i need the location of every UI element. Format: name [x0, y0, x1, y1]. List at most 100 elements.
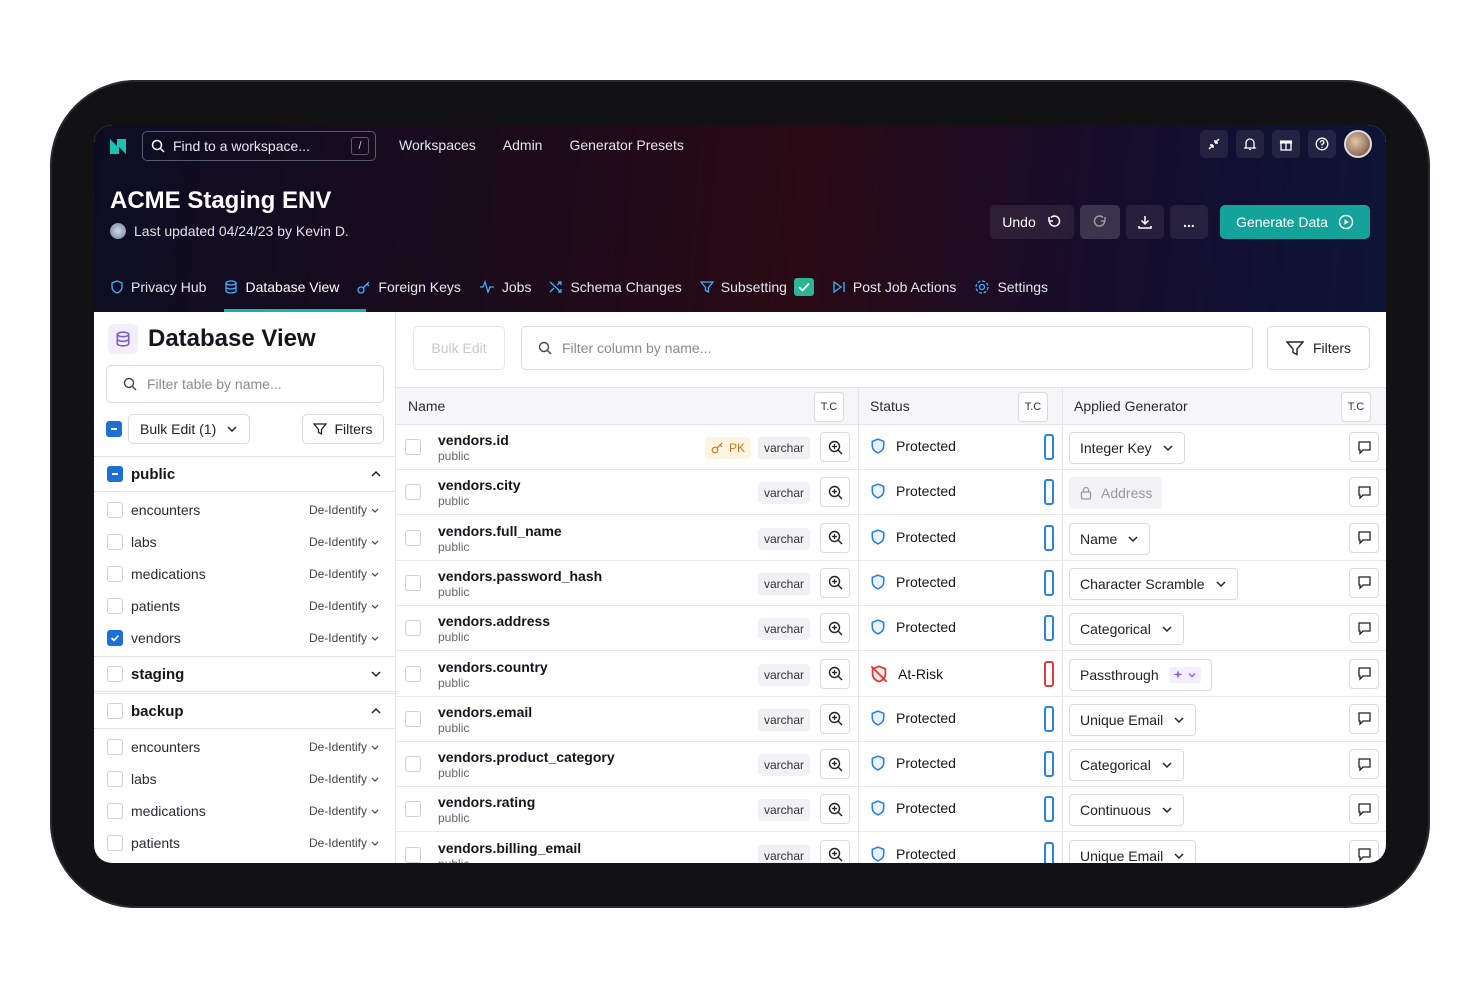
schema-checkbox[interactable]	[107, 703, 123, 719]
mode-dropdown[interactable]: De-Identify	[309, 836, 379, 850]
zoom-in-icon[interactable]	[820, 613, 850, 644]
table-row[interactable]: medications De-Identify	[94, 795, 396, 827]
table-checkbox[interactable]	[107, 835, 123, 851]
tc-toggle-status[interactable]: T.C	[1018, 392, 1048, 422]
comment-icon[interactable]	[1349, 658, 1379, 689]
zoom-in-icon[interactable]	[820, 477, 850, 508]
table-row[interactable]: vendors.rating public varchar Protected Cont…	[396, 787, 1386, 833]
generator-dropdown[interactable]: Categorical	[1069, 613, 1184, 646]
comment-icon[interactable]	[1349, 567, 1379, 598]
row-checkbox[interactable]	[405, 710, 421, 727]
table-row[interactable]: labs De-Identify	[94, 763, 396, 795]
row-checkbox[interactable]	[405, 846, 421, 863]
tab-jobs[interactable]: Jobs	[479, 275, 531, 299]
zoom-in-icon[interactable]	[820, 749, 850, 780]
help-icon[interactable]	[1308, 130, 1336, 158]
row-checkbox[interactable]	[405, 439, 421, 455]
schema-staging[interactable]: staging	[94, 656, 396, 692]
collapse-icon[interactable]	[1200, 130, 1228, 158]
mode-dropdown[interactable]: De-Identify	[309, 740, 379, 754]
bell-icon[interactable]	[1236, 130, 1264, 158]
row-checkbox[interactable]	[405, 529, 421, 546]
schema-backup[interactable]: backup	[94, 693, 396, 729]
tc-toggle-name[interactable]: T.C	[814, 392, 844, 422]
nav-admin[interactable]: Admin	[503, 137, 543, 153]
more-button[interactable]: ...	[1170, 205, 1208, 239]
table-row[interactable]: patients De-Identify	[94, 590, 396, 622]
zoom-in-icon[interactable]	[820, 658, 850, 689]
sparkle-icon[interactable]	[1168, 666, 1201, 683]
row-checkbox[interactable]	[405, 665, 421, 682]
table-filter-input[interactable]: Filter table by name...	[106, 365, 384, 403]
tab-schema-changes[interactable]: Schema Changes	[549, 275, 682, 299]
tc-toggle-generator[interactable]: T.C	[1341, 392, 1371, 422]
table-checkbox[interactable]	[107, 502, 123, 518]
chevron-down-icon[interactable]	[370, 668, 382, 680]
tab-foreign-keys[interactable]: Foreign Keys	[357, 275, 461, 299]
row-checkbox[interactable]	[405, 801, 421, 818]
comment-icon[interactable]	[1349, 613, 1379, 644]
table-checkbox[interactable]	[107, 630, 123, 646]
table-checkbox[interactable]	[107, 771, 123, 787]
comment-icon[interactable]	[1349, 522, 1379, 553]
table-row[interactable]: vendors.billing_emailpublic varchar Protec…	[396, 833, 1386, 863]
gift-icon[interactable]	[1272, 130, 1300, 158]
table-row[interactable]: encounters De-Identify	[94, 494, 396, 526]
mode-dropdown[interactable]: De-Identify	[309, 804, 379, 818]
mode-dropdown[interactable]: De-Identify	[309, 772, 379, 786]
tab-database-view[interactable]: Database View	[224, 275, 339, 299]
table-row[interactable]: vendors.address public varchar Protected Cat…	[396, 606, 1386, 652]
zoom-in-icon[interactable]	[820, 839, 850, 863]
table-row[interactable]: medications De-Identify	[94, 558, 396, 590]
zoom-in-icon[interactable]	[820, 567, 850, 598]
redo-button[interactable]	[1080, 205, 1120, 239]
bulk-edit-button[interactable]: Bulk Edit	[413, 326, 505, 370]
generator-dropdown[interactable]: Integer Key	[1069, 432, 1185, 464]
workspace-search[interactable]: Find to a workspace... /	[142, 131, 376, 161]
schema-public[interactable]: public	[94, 456, 396, 492]
zoom-in-icon[interactable]	[820, 522, 850, 553]
generate-data-button[interactable]: Generate Data	[1220, 205, 1370, 239]
generator-dropdown[interactable]: Categorical	[1069, 749, 1184, 782]
tab-subsetting[interactable]: Subsetting	[699, 275, 814, 299]
table-checkbox[interactable]	[107, 598, 123, 614]
tab-post-job-actions[interactable]: Post Job Actions	[832, 275, 956, 299]
zoom-in-icon[interactable]	[820, 432, 850, 462]
tonic-logo-icon[interactable]	[108, 136, 128, 156]
table-checkbox[interactable]	[107, 534, 123, 550]
bulk-edit-dropdown[interactable]: Bulk Edit (1)	[128, 414, 250, 444]
table-row[interactable]: patients De-Identify	[94, 827, 396, 859]
generator-dropdown[interactable]: Character Scramble	[1069, 567, 1238, 600]
zoom-in-icon[interactable]	[820, 794, 850, 825]
tab-settings[interactable]: Settings	[974, 275, 1048, 299]
mode-dropdown[interactable]: De-Identify	[309, 631, 379, 645]
undo-button[interactable]: Undo	[990, 205, 1074, 239]
zoom-in-icon[interactable]	[820, 703, 850, 734]
comment-icon[interactable]	[1349, 477, 1379, 508]
table-checkbox[interactable]	[107, 803, 123, 819]
row-checkbox[interactable]	[405, 484, 421, 501]
mode-dropdown[interactable]: De-Identify	[309, 503, 379, 517]
table-row[interactable]: vendors.email public varchar Protected Uniqu…	[396, 697, 1386, 742]
table-row[interactable]: vendors.product_category public varchar Pro…	[396, 742, 1386, 788]
table-row[interactable]: labs De-Identify	[94, 526, 396, 558]
nav-workspaces[interactable]: Workspaces	[399, 137, 476, 153]
row-checkbox[interactable]	[405, 574, 421, 591]
download-button[interactable]	[1126, 205, 1164, 239]
chevron-up-icon[interactable]	[370, 468, 382, 480]
generator-dropdown[interactable]: Continuous	[1069, 794, 1184, 827]
generator-dropdown[interactable]: Passthrough	[1069, 658, 1212, 691]
select-all-checkbox[interactable]	[106, 421, 122, 437]
user-avatar[interactable]	[1344, 130, 1372, 158]
comment-icon[interactable]	[1349, 839, 1379, 863]
table-row[interactable]: vendors.country public varchar At-Risk Passt…	[396, 652, 1386, 697]
table-row[interactable]: encounters De-Identify	[94, 731, 396, 763]
schema-checkbox[interactable]	[107, 466, 123, 482]
table-checkbox[interactable]	[107, 566, 123, 582]
table-row[interactable]: vendors.id public PK varchar Protected Intege…	[396, 425, 1386, 470]
comment-icon[interactable]	[1349, 749, 1379, 780]
generator-dropdown[interactable]: Name	[1069, 522, 1151, 555]
schema-checkbox[interactable]	[107, 666, 123, 682]
table-row[interactable]: vendors.full_name public varchar Protected N…	[396, 516, 1386, 561]
mode-dropdown[interactable]: De-Identify	[309, 599, 379, 613]
